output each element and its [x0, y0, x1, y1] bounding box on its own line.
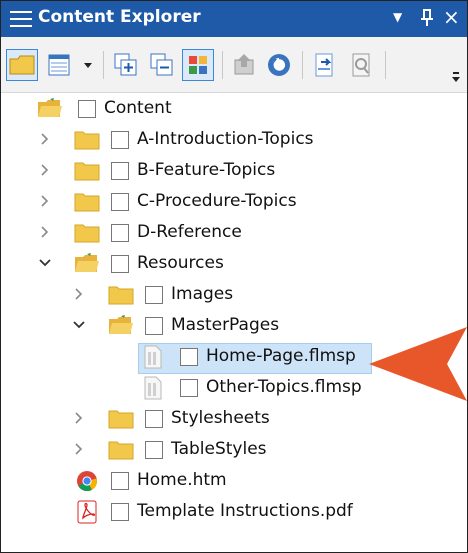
toolbar-separator — [103, 51, 104, 79]
checkbox[interactable] — [111, 224, 129, 242]
color-tiles-icon[interactable] — [182, 49, 214, 81]
checkbox[interactable] — [111, 162, 129, 180]
expand-all-icon[interactable] — [111, 50, 141, 80]
pdf-file-icon — [77, 500, 97, 524]
open-folder-icon — [38, 98, 62, 117]
tree-item-label: Home-Page.flmsp — [206, 346, 356, 366]
tree-item-images[interactable]: Images — [1, 280, 467, 311]
tree-item-label: Images — [171, 284, 234, 304]
checkbox[interactable] — [111, 255, 129, 273]
callout-arrow-icon — [369, 327, 467, 401]
checkbox[interactable] — [145, 286, 163, 304]
import-icon[interactable] — [229, 50, 259, 80]
checkbox[interactable] — [145, 410, 163, 428]
toolbar-separator — [222, 51, 223, 79]
master-page-file-icon — [144, 376, 162, 400]
checkbox[interactable] — [78, 100, 96, 118]
tree-item-label: Content — [104, 98, 172, 118]
panel-menu-dropdown-icon[interactable]: ▼ — [393, 10, 402, 24]
toolbar-separator — [385, 51, 386, 79]
tree-item-label: TableStyles — [171, 439, 267, 459]
open-folder-icon — [75, 253, 99, 272]
tree-item-b-feature-topics[interactable]: B-Feature-Topics — [1, 156, 467, 187]
checkbox[interactable] — [111, 131, 129, 149]
tree-item-template-instructions-pdf[interactable]: Template Instructions.pdf — [1, 497, 467, 528]
folder-icon — [74, 224, 100, 243]
open-file-icon[interactable] — [309, 50, 339, 80]
folder-icon — [74, 131, 100, 150]
list-view-icon[interactable] — [45, 50, 75, 80]
close-icon[interactable]: × — [443, 5, 460, 29]
chevron-right-icon[interactable] — [72, 287, 86, 301]
tree-item-label: Template Instructions.pdf — [137, 501, 353, 521]
folder-icon — [108, 441, 134, 460]
chevron-right-icon[interactable] — [38, 132, 52, 146]
folder-icon — [74, 193, 100, 212]
tree-item-label: D-Reference — [137, 222, 242, 242]
tree-item-label: B-Feature-Topics — [137, 160, 276, 180]
tree-item-a-introduction-topics[interactable]: A-Introduction-Topics — [1, 125, 467, 156]
checkbox[interactable] — [145, 441, 163, 459]
tree-item-stylesheets[interactable]: Stylesheets — [1, 404, 467, 435]
tree-item-label: Home.htm — [137, 470, 227, 490]
tree-item-label: MasterPages — [171, 315, 280, 335]
chevron-down-icon[interactable] — [38, 256, 52, 270]
folder-icon — [108, 410, 134, 429]
tree-item-d-reference[interactable]: D-Reference — [1, 218, 467, 249]
checkbox[interactable] — [180, 348, 198, 366]
properties-icon[interactable] — [346, 50, 376, 80]
checkbox[interactable] — [180, 379, 198, 397]
view-dropdown-icon[interactable] — [81, 50, 95, 80]
chevron-right-icon[interactable] — [72, 442, 86, 456]
collapse-all-icon[interactable] — [147, 50, 177, 80]
tree-item-resources[interactable]: Resources — [1, 249, 467, 280]
panel-title: Content Explorer — [38, 7, 201, 27]
master-page-file-icon — [144, 345, 162, 369]
tree-item-label: Stylesheets — [171, 408, 270, 428]
content-tree: Content A-Introduction-Topics B-Feature-… — [1, 94, 467, 552]
checkbox[interactable] — [111, 503, 129, 521]
checkbox[interactable] — [111, 472, 129, 490]
title-bar: Content Explorer ▼ × — [1, 1, 467, 37]
tree-item-c-procedure-topics[interactable]: C-Procedure-Topics — [1, 187, 467, 218]
toolbar-separator — [302, 51, 303, 79]
overflow-icon[interactable] — [450, 71, 462, 85]
checkbox[interactable] — [111, 193, 129, 211]
tree-item-label: Other-Topics.flmsp — [206, 377, 362, 397]
tree-item-tablestyles[interactable]: TableStyles — [1, 435, 467, 466]
chrome-browser-icon — [77, 471, 97, 492]
chevron-right-icon[interactable] — [38, 225, 52, 239]
chevron-down-icon[interactable] — [72, 318, 86, 332]
folder-icon — [74, 162, 100, 181]
tree-item-home-htm[interactable]: Home.htm — [1, 466, 467, 497]
folder-icon — [108, 286, 134, 305]
open-folder-icon — [109, 315, 133, 334]
folder-tree-view-icon[interactable] — [6, 49, 38, 81]
tree-item-label: A-Introduction-Topics — [137, 129, 314, 149]
tree-item-label: C-Procedure-Topics — [137, 191, 297, 211]
chevron-right-icon[interactable] — [38, 194, 52, 208]
refresh-icon[interactable] — [264, 50, 294, 80]
tree-item-label: Resources — [137, 253, 224, 273]
content-explorer-panel: Content Explorer ▼ × Content A-Introduct… — [0, 0, 468, 553]
tree-item-content[interactable]: Content — [1, 94, 467, 125]
chevron-right-icon[interactable] — [72, 411, 86, 425]
hamburger-menu-icon[interactable] — [10, 8, 32, 30]
pin-icon[interactable] — [419, 9, 435, 27]
toolbar — [1, 37, 467, 93]
chevron-right-icon[interactable] — [38, 163, 52, 177]
checkbox[interactable] — [145, 317, 163, 335]
